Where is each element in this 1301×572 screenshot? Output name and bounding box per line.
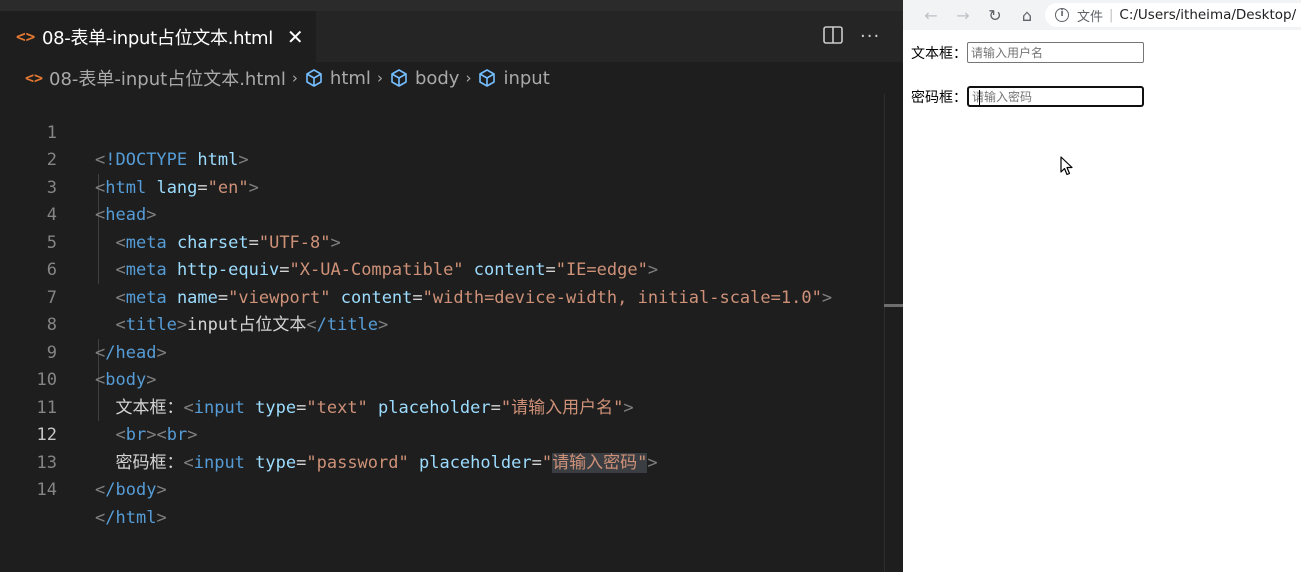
username-input[interactable] — [967, 42, 1144, 63]
html-file-icon: <> — [16, 27, 36, 46]
chevron-right-icon: › — [376, 69, 383, 87]
home-icon[interactable]: ⌂ — [1011, 6, 1043, 25]
element-cube-icon — [306, 69, 322, 87]
editor-tab-active[interactable]: <> 08-表单-input占位文本.html ✕ — [0, 11, 316, 62]
code-editor: <> 08-表单-input占位文本.html ✕ ··· <> 08-表单-i… — [0, 0, 903, 572]
html-file-icon: <> — [25, 69, 44, 87]
url-text[interactable]: C:/Users/itheima/Desktop/ — [1119, 7, 1296, 23]
more-actions-icon[interactable]: ··· — [860, 26, 880, 47]
browser-toolbar: ← → ↻ ⌂ i 文件 | C:/Users/itheima/Desktop/ — [903, 0, 1301, 30]
password-input[interactable] — [967, 86, 1144, 107]
breadcrumb-file[interactable]: 08-表单-input占位文本.html — [49, 65, 286, 91]
code-line: 6 <meta name="viewport" content="width=d… — [0, 230, 880, 308]
title-strip — [0, 0, 903, 11]
scrollbar-position-marker — [884, 304, 903, 307]
text-field-label: 文本框： — [911, 45, 967, 62]
code-line: 13 </body> — [0, 422, 880, 501]
code-line: 2 <html lang="en"> — [0, 120, 880, 198]
breadcrumb-item-body[interactable]: body — [415, 68, 460, 89]
forward-arrow-icon[interactable]: → — [947, 6, 979, 25]
code-line: 5 <meta http-equiv="X-UA-Compatible" con… — [0, 202, 880, 281]
browser-window: ← → ↻ ⌂ i 文件 | C:/Users/itheima/Desktop/… — [903, 0, 1301, 572]
text-field-row: 文本框： — [911, 42, 1144, 63]
code-line: 4 <meta charset="UTF-8"> — [0, 175, 880, 253]
breadcrumb-item-input[interactable]: input — [503, 68, 549, 89]
back-arrow-icon[interactable]: ← — [915, 6, 947, 25]
code-line-active: 12 密码框：<input type="password" placeholde… — [0, 395, 880, 473]
code-line: 10 文本框：<input type="text" placeholder="请… — [0, 340, 880, 418]
code-line: 11 <br><br> — [0, 367, 880, 446]
code-line: 1 <!DOCTYPE html> — [0, 92, 880, 171]
code-line: 7 <title>input占位文本</title> — [0, 257, 880, 336]
code-line: 14 </html> — [0, 450, 880, 528]
chevron-right-icon: › — [465, 69, 472, 87]
split-editor-icon[interactable] — [823, 26, 843, 44]
editor-scrollbar[interactable] — [884, 94, 903, 572]
element-cube-icon — [391, 69, 407, 87]
code-line: 3 <head> — [0, 147, 880, 226]
chevron-right-icon: › — [291, 69, 298, 87]
info-icon[interactable]: i — [1055, 8, 1069, 22]
code-line: 8 </head> — [0, 285, 880, 363]
element-cube-icon — [479, 69, 496, 87]
editor-tab-bar: <> 08-表单-input占位文本.html ✕ ··· — [0, 0, 903, 62]
address-bar[interactable]: i 文件 | C:/Users/itheima/Desktop/ — [1045, 3, 1301, 27]
protocol-label: 文件 — [1077, 9, 1104, 25]
text-caret — [979, 90, 980, 105]
page-viewport: 文本框： 密码框： — [903, 30, 1301, 572]
breadcrumb: <> 08-表单-input占位文本.html › html › body › … — [0, 62, 903, 94]
address-divider: | — [1109, 7, 1114, 23]
tab-label: 08-表单-input占位文本.html — [42, 27, 273, 49]
password-field-label: 密码框： — [911, 89, 967, 106]
line-number: 14 — [36, 480, 57, 500]
code-area[interactable]: 1 <!DOCTYPE html> 2 <html lang="en"> 3 <… — [0, 92, 880, 528]
code-line: 9 <body> — [0, 312, 880, 391]
breadcrumb-item-html[interactable]: html — [330, 68, 371, 89]
password-field-row: 密码框： — [911, 86, 1144, 107]
reload-icon[interactable]: ↻ — [979, 6, 1011, 25]
close-tab-icon[interactable]: ✕ — [287, 25, 304, 49]
mouse-pointer-icon — [1060, 156, 1073, 176]
